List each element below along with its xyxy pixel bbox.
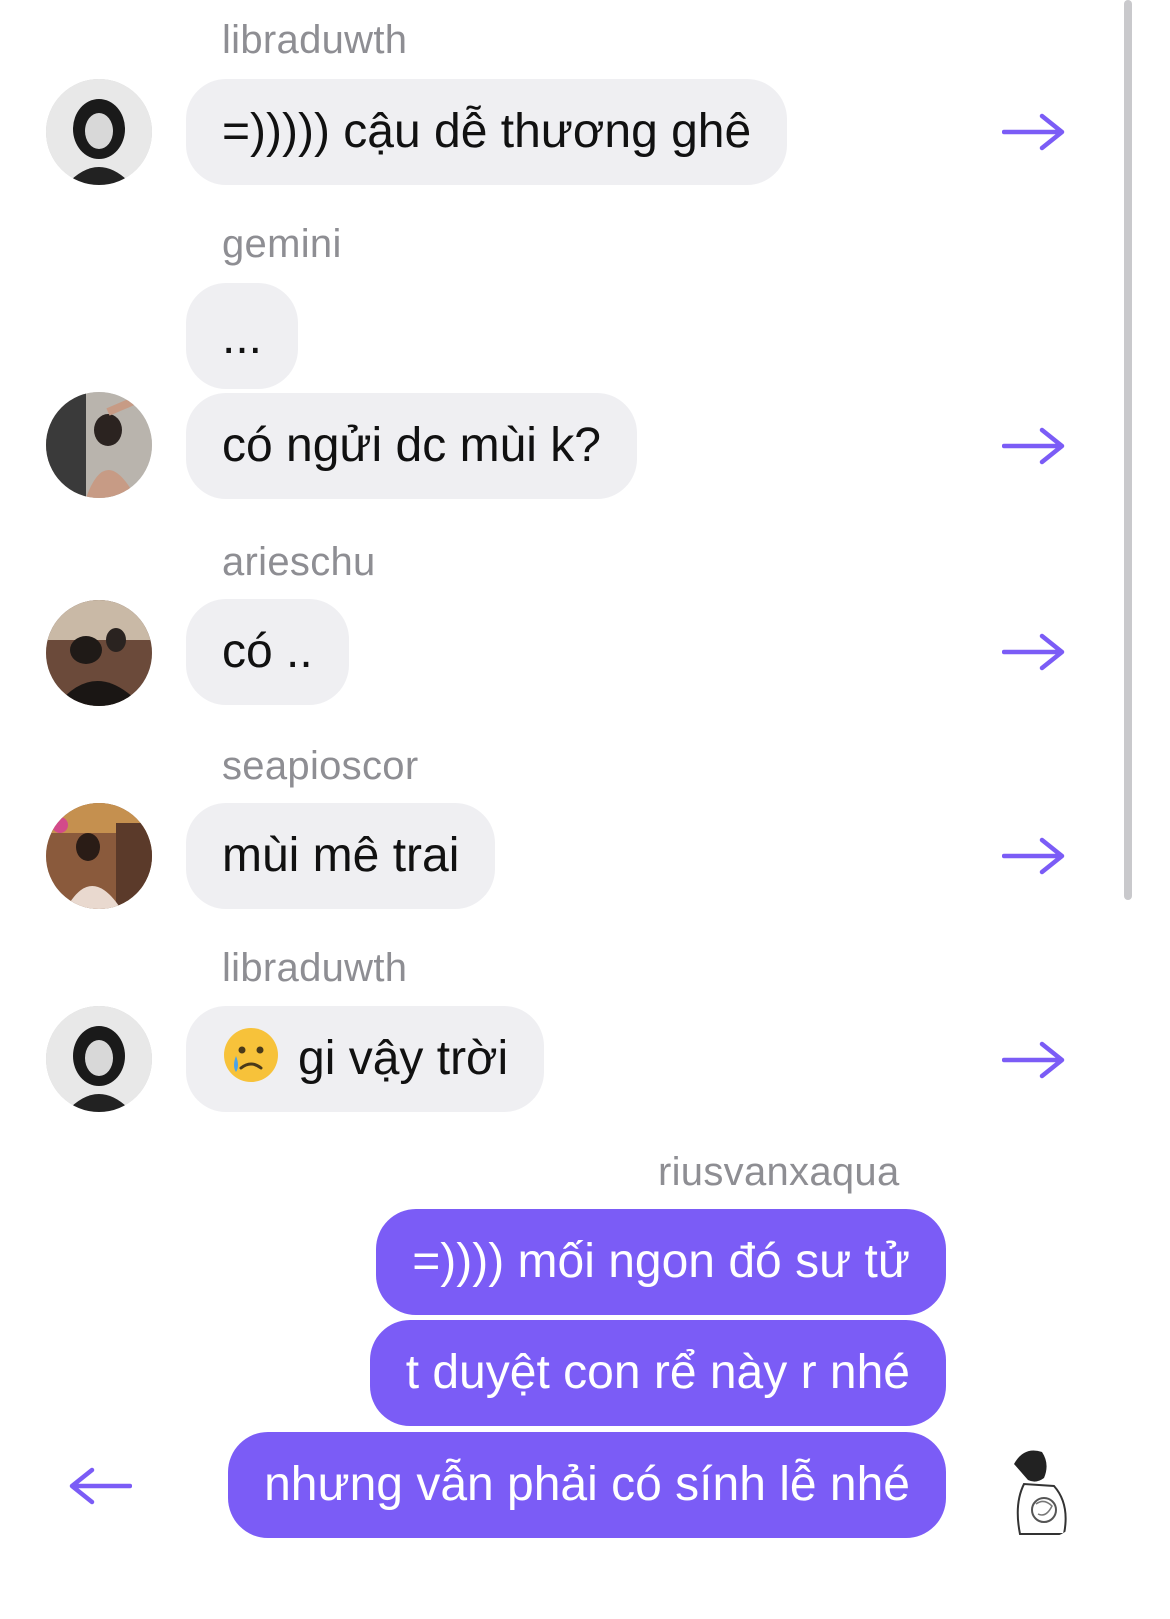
arrow-right-icon[interactable]	[1002, 112, 1066, 152]
message-bubble[interactable]: =)))) mối ngon đó sư tử	[376, 1209, 946, 1315]
arrow-right-icon[interactable]	[1002, 1040, 1066, 1080]
scrollbar[interactable]	[1124, 0, 1132, 900]
sender-name: libraduwth	[222, 946, 408, 990]
sender-name: riusvanxaqua	[658, 1150, 900, 1194]
arrow-right-icon[interactable]	[1002, 426, 1066, 466]
message-text: gi vậy trời	[298, 1032, 509, 1085]
user-avatar-icon[interactable]	[984, 1434, 1090, 1540]
message-bubble[interactable]: nhưng vẫn phải có sính lễ nhé	[228, 1432, 946, 1538]
message-bubble[interactable]: gi vậy trời	[186, 1006, 545, 1112]
arrow-right-icon[interactable]	[1002, 836, 1066, 876]
message-bubble[interactable]: có ngửi dc mùi k?	[186, 393, 637, 499]
user-avatar-icon[interactable]	[46, 79, 152, 185]
message-bubble[interactable]: có ..	[186, 599, 349, 705]
user-avatar-icon[interactable]	[46, 803, 152, 909]
sender-name: arieschu	[222, 540, 376, 584]
arrow-right-icon[interactable]	[1002, 632, 1066, 672]
message-bubble[interactable]: t duyệt con rể này r nhé	[369, 1320, 946, 1426]
user-avatar-icon[interactable]	[46, 600, 152, 706]
sender-name: gemini	[222, 222, 342, 266]
sender-name: libraduwth	[222, 18, 408, 62]
message-bubble[interactable]: =))))) cậu dễ thương ghê	[186, 79, 788, 185]
arrow-left-icon[interactable]	[68, 1466, 132, 1506]
message-bubble[interactable]: ...	[186, 283, 299, 389]
user-avatar-icon[interactable]	[46, 1006, 152, 1112]
message-bubble[interactable]: mùi mê trai	[186, 803, 496, 909]
user-avatar-icon[interactable]	[46, 392, 152, 498]
sender-name: seapioscor	[222, 744, 419, 788]
crying-face-icon	[224, 1028, 278, 1082]
